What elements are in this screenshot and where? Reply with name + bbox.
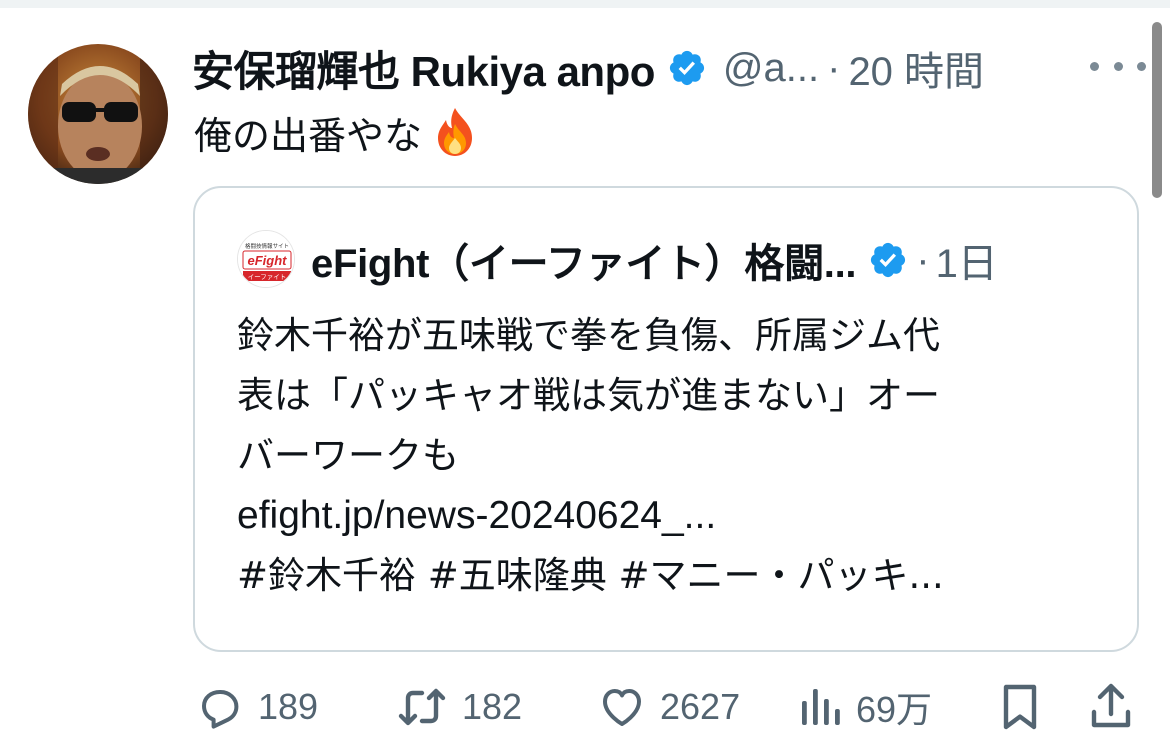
logo-wordmark: eFight <box>248 253 288 268</box>
quoted-link[interactable]: efight.jp/news-20240624_... <box>237 486 1117 546</box>
reply-icon <box>202 690 239 729</box>
more-dot <box>1137 61 1146 71</box>
quoted-tweet-header: eFight（イーファイト）格闘... · 1日 <box>311 230 998 290</box>
quoted-tweet-timestamp[interactable]: 1日 <box>936 231 998 289</box>
quoted-author-avatar[interactable]: 格闘技情報サイト eFight イーファイト <box>237 230 295 288</box>
author-name[interactable]: 安保瑠輝也 Rukiya anpo <box>192 38 655 99</box>
quoted-tweet-card[interactable]: 格闘技情報サイト eFight イーファイト eFight（イーファイト）格闘.… <box>193 186 1139 652</box>
separator-dot: · <box>827 45 841 90</box>
like-icon <box>603 689 641 726</box>
like-count: 2627 <box>660 686 741 727</box>
fire-emoji-icon <box>438 108 473 156</box>
quoted-text-line: バーワークも <box>237 434 459 477</box>
views-count: 69万 <box>856 689 933 730</box>
like-button[interactable]: 2627 <box>598 676 740 738</box>
logo-tagline: 格闘技情報サイト <box>245 242 289 250</box>
quoted-text-line: 鈴木千裕が五味戦で拳を負傷、所属ジム代 <box>237 314 940 357</box>
more-icon[interactable] <box>1090 46 1146 86</box>
scrollbar[interactable] <box>1152 22 1162 198</box>
tweet-timestamp[interactable]: 20 時間 <box>848 39 984 97</box>
repost-icon <box>398 688 446 726</box>
verified-badge-icon <box>871 242 906 278</box>
author-avatar[interactable] <box>28 44 168 184</box>
more-dot <box>1113 61 1123 71</box>
quoted-hashtags[interactable]: #鈴木千裕 #五味隆典 #マニー・パッキ... <box>237 546 1117 606</box>
logo-subtext: イーファイト <box>248 273 287 281</box>
quoted-author-name[interactable]: eFight（イーファイト）格闘... <box>311 231 857 289</box>
tweet-header: 安保瑠輝也 Rukiya anpo @a... · 20 時間 <box>192 38 1122 98</box>
reply-count: 189 <box>258 686 319 727</box>
verified-badge-icon <box>669 50 704 86</box>
views-button[interactable]: 69万 <box>800 676 932 738</box>
more-dot <box>1090 61 1099 71</box>
share-button[interactable] <box>1088 676 1134 738</box>
share-icon <box>1091 683 1131 728</box>
tweet-text-content: 俺の出番やな <box>194 113 423 158</box>
repost-count: 182 <box>462 686 523 727</box>
reply-button[interactable]: 189 <box>196 676 318 738</box>
bookmark-button[interactable] <box>998 676 1042 738</box>
separator-dot: · <box>916 237 930 282</box>
repost-button[interactable]: 182 <box>396 676 522 738</box>
bookmark-icon <box>1003 684 1037 730</box>
tweet-text: 俺の出番やな <box>194 102 480 162</box>
top-divider <box>0 0 1170 8</box>
tweet-action-bar: 189 182 2627 69万 <box>0 676 1170 738</box>
quoted-text-line: 表は「パッキャオ戦は気が進まない」オー <box>237 374 940 417</box>
author-handle[interactable]: @a... <box>723 46 819 91</box>
views-icon <box>802 689 840 725</box>
quoted-tweet-body: 鈴木千裕が五味戦で拳を負傷、所属ジム代 表は「パッキャオ戦は気が進まない」オー … <box>237 306 1117 606</box>
